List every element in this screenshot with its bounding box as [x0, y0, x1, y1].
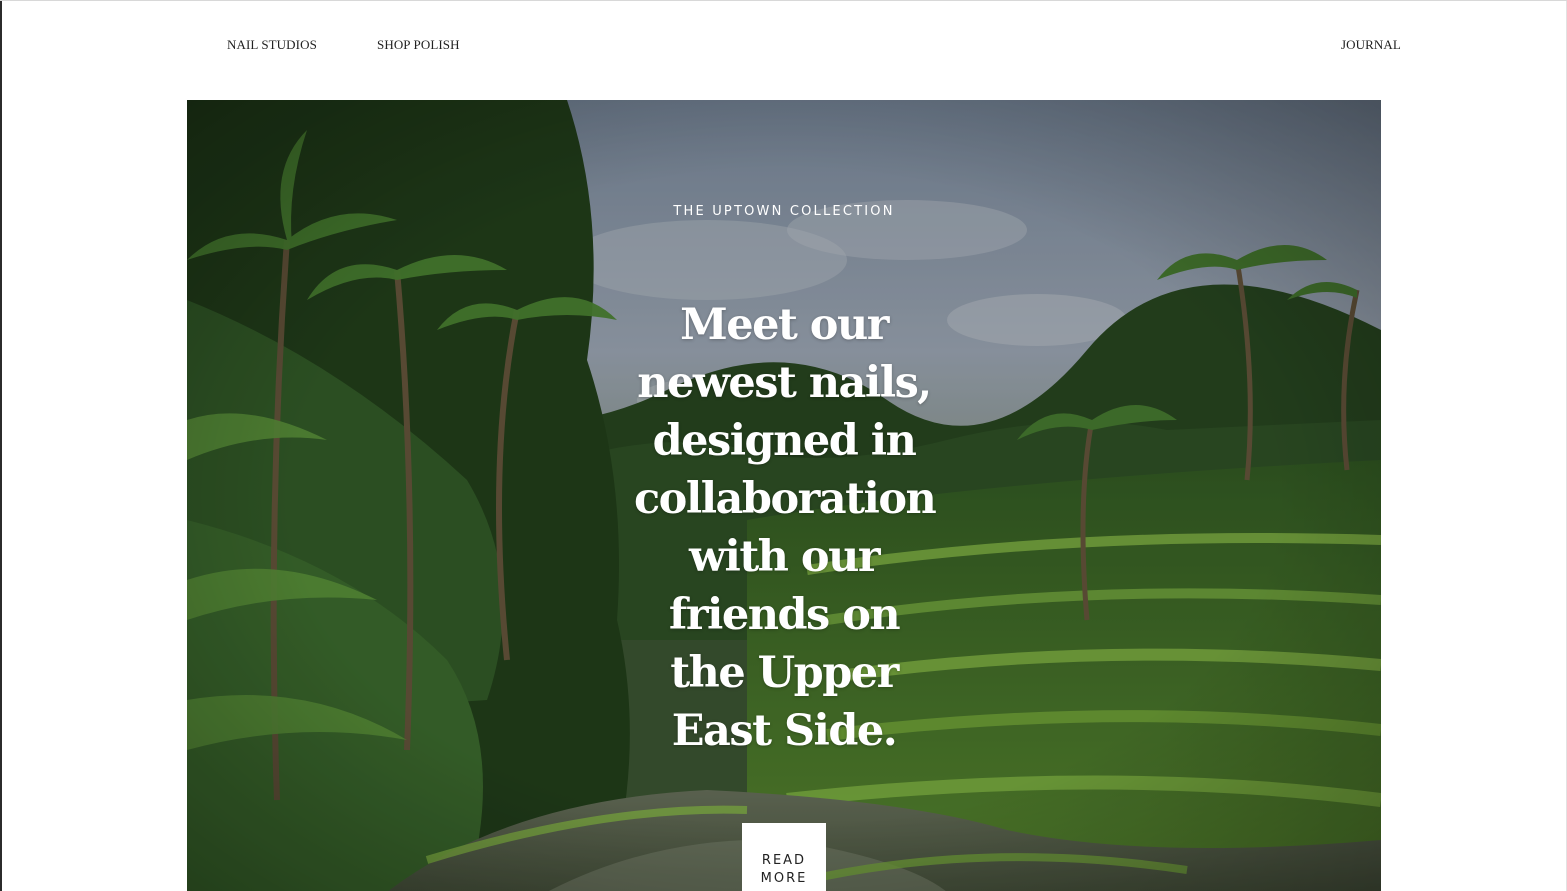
window-left-edge: [0, 1, 2, 891]
nav-link-nail-studios[interactable]: NAIL STUDIOS: [227, 37, 317, 53]
read-more-button[interactable]: READ MORE: [742, 823, 826, 891]
read-more-label: READ MORE: [760, 852, 808, 886]
page: NAIL STUDIOS SHOP POLISH JOURNAL THE UPT…: [0, 0, 1567, 891]
hero-headline: Meet our newest nails, designed in colla…: [634, 300, 937, 756]
nav-link-journal[interactable]: JOURNAL: [1341, 37, 1401, 53]
nav-link-shop-polish[interactable]: SHOP POLISH: [377, 37, 460, 53]
hero-content: THE UPTOWN COLLECTION Meet our newest na…: [187, 100, 1381, 891]
collection-label: THE UPTOWN COLLECTION: [673, 204, 895, 219]
hero-banner: THE UPTOWN COLLECTION Meet our newest na…: [187, 100, 1381, 891]
top-navigation: NAIL STUDIOS SHOP POLISH JOURNAL: [0, 37, 1567, 55]
